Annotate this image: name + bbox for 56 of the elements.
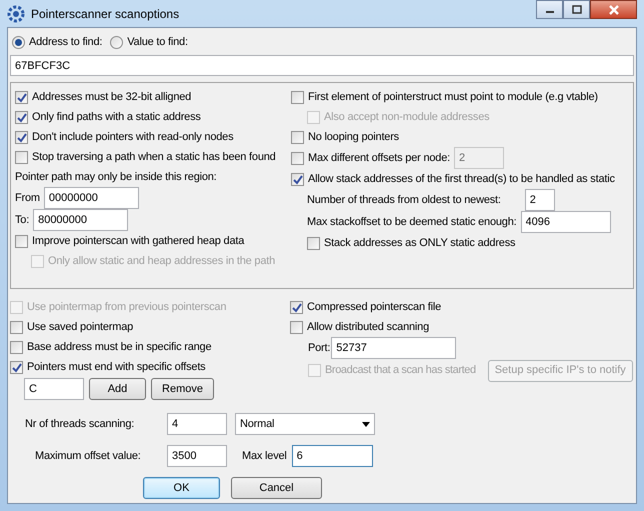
checkbox[interactable]: Allow distributed scanning <box>290 318 429 336</box>
check-icon <box>291 302 302 312</box>
checkbox[interactable]: Stop traversing a path when a static has been found <box>15 148 276 166</box>
radio-button[interactable]: Value to find: <box>110 34 188 50</box>
field-label: Nr of threads scanning: <box>25 416 136 432</box>
field-label: From <box>15 190 40 206</box>
close-icon <box>608 4 620 14</box>
text-field[interactable]: 52737 <box>331 337 456 359</box>
radio-dot-icon <box>15 38 22 46</box>
text-field[interactable]: C <box>24 378 84 400</box>
check-icon <box>16 92 27 102</box>
remove-button[interactable]: Remove <box>151 378 214 400</box>
maximize-icon <box>572 5 582 14</box>
text-field[interactable]: 80000000 <box>33 209 128 231</box>
field-label: Max stackoffset to be deemed static enough: <box>307 214 516 230</box>
dropdown[interactable]: Normal <box>235 413 375 435</box>
caret-icon <box>362 422 370 426</box>
radio-button[interactable]: Address to find: <box>12 34 102 50</box>
text-field[interactable]: 3500 <box>167 445 227 467</box>
checkbox[interactable]: Use saved pointermap <box>10 318 134 336</box>
checkbox[interactable]: Base address must be in specific range <box>10 338 212 356</box>
checkbox[interactable]: Improve pointerscan with gathered heap data <box>15 232 244 250</box>
checkbox[interactable]: Allow stack addresses of the first thread(s) to be handled as static <box>291 170 615 188</box>
field-label: To: <box>15 212 30 228</box>
field-label: Number of threads from oldest to newest: <box>307 192 501 208</box>
maximize-button[interactable] <box>563 0 590 19</box>
window-title: Pointerscanner scanoptions <box>31 6 180 22</box>
field-label: Maximum offset value: <box>35 448 142 464</box>
close-button[interactable] <box>590 0 637 19</box>
checkbox[interactable]: Addresses must be 32-bit alligned <box>15 88 192 106</box>
check-icon <box>11 362 22 372</box>
ok-button[interactable]: OK <box>143 477 220 499</box>
checkbox[interactable]: Max different offsets per node: <box>291 150 450 166</box>
text-field[interactable]: 67BFCF3C <box>10 55 634 76</box>
cancel-button[interactable]: Cancel <box>231 477 322 499</box>
text-field[interactable]: 6 <box>292 445 373 467</box>
text-field[interactable]: 00000000 <box>44 187 139 209</box>
text-field[interactable]: 4 <box>167 413 227 435</box>
field-label: Max level <box>242 448 287 464</box>
field-label: Port: <box>308 340 330 356</box>
text-field[interactable]: 2 <box>524 189 555 211</box>
minimize-button[interactable] <box>536 0 563 19</box>
checkbox[interactable]: Only find paths with a static address <box>15 108 201 126</box>
checkbox[interactable]: Stack addresses as ONLY static address <box>307 234 516 252</box>
add-button[interactable]: Add <box>89 378 146 400</box>
checkbox[interactable]: Compressed pointerscan file <box>290 298 442 316</box>
checkbox[interactable]: First element of pointerstruct must point to module (e.g vtable) <box>291 88 598 106</box>
gear-icon <box>7 4 25 22</box>
check-icon <box>16 132 27 142</box>
field-label: Pointer path may only be inside this region: <box>15 170 217 185</box>
checkbox[interactable]: No looping pointers <box>291 128 399 146</box>
check-icon <box>16 112 27 122</box>
checkbox[interactable]: Don't include pointers with read-only nodes <box>15 128 234 146</box>
text-field[interactable]: 4096 <box>520 211 610 233</box>
checkbox[interactable]: Pointers must end with specific offsets <box>10 358 206 376</box>
check-icon <box>292 174 303 184</box>
